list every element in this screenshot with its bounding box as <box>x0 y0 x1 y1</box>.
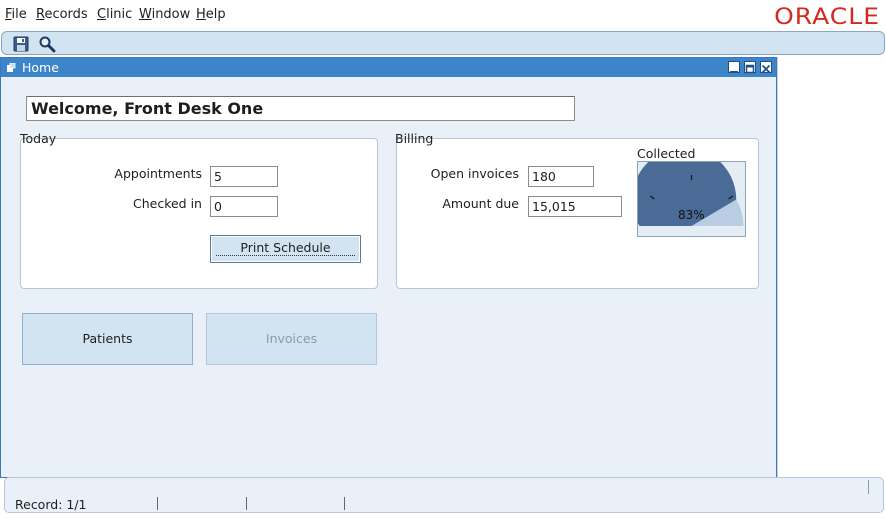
toolbar <box>1 31 885 55</box>
patients-button[interactable]: Patients <box>22 313 193 365</box>
collected-label: Collected <box>637 146 696 161</box>
status-bar: Record: 1/1 <box>4 477 884 513</box>
close-button[interactable] <box>760 61 772 74</box>
menu-help[interactable]: Help <box>196 7 226 22</box>
window-title: Home <box>22 60 59 75</box>
record-indicator: Record: 1/1 <box>15 497 87 512</box>
menu-clinic[interactable]: Clinic <box>97 7 132 22</box>
welcome-field[interactable]: Welcome, Front Desk One <box>26 96 575 121</box>
gauge-dial <box>632 147 745 236</box>
print-schedule-label: Print Schedule <box>216 240 355 256</box>
today-group <box>20 138 378 289</box>
menu-window[interactable]: Window <box>139 7 190 22</box>
today-group-title: Today <box>20 131 57 146</box>
window-edge <box>777 57 778 478</box>
status-message-line: Record: 1/1 <box>9 496 869 512</box>
maximize-button[interactable] <box>744 61 756 74</box>
save-button[interactable] <box>12 35 30 53</box>
maximize-icon <box>745 64 755 74</box>
status-separator <box>246 497 247 510</box>
open-invoices-field[interactable]: 180 <box>528 166 594 187</box>
invoices-button[interactable]: Invoices <box>206 313 377 365</box>
gauge-base <box>638 226 745 236</box>
search-icon <box>39 36 56 53</box>
appointments-field[interactable]: 5 <box>210 166 278 187</box>
gauge-percent: 83% <box>678 208 705 222</box>
minimize-icon <box>730 71 738 73</box>
appointments-label: Appointments <box>114 166 202 181</box>
window-titlebar[interactable]: Home <box>1 58 776 77</box>
status-separator <box>344 497 345 510</box>
amount-due-field[interactable]: 15,015 <box>528 196 622 217</box>
billing-group-title: Billing <box>395 131 434 146</box>
save-icon <box>13 36 29 52</box>
checked-in-label: Checked in <box>132 196 202 211</box>
checked-in-field[interactable]: 0 <box>210 196 278 217</box>
close-icon <box>761 64 771 74</box>
print-schedule-button[interactable]: Print Schedule <box>210 235 361 263</box>
oracle-logo: ORACLE <box>774 3 880 30</box>
home-window: Home Welcome, Front Desk One Today Appoi… <box>0 57 777 478</box>
find-button[interactable] <box>38 35 56 53</box>
open-invoices-label: Open invoices <box>430 166 519 181</box>
collected-gauge: 83% <box>632 147 746 237</box>
minimize-button[interactable] <box>728 61 740 73</box>
menu-records[interactable]: Records <box>36 7 88 22</box>
status-separator <box>157 497 158 510</box>
form-icon <box>7 63 16 72</box>
amount-due-label: Amount due <box>442 196 519 211</box>
menu-bar: File Records Clinic Window Help ORACLE <box>0 0 886 30</box>
menu-file[interactable]: File <box>5 7 27 22</box>
status-divider <box>868 480 869 494</box>
